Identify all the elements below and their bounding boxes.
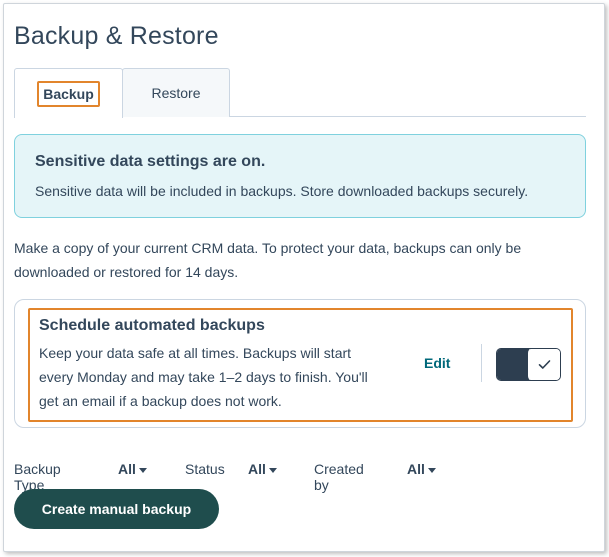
filter-created-by-value: All — [407, 461, 425, 477]
caret-down-icon — [427, 467, 436, 473]
filter-created-by-label: Created by — [314, 461, 364, 493]
schedule-description: Keep your data safe at all times. Backup… — [39, 341, 399, 413]
sensitive-data-alert: Sensitive data settings are on. Sensitiv… — [14, 134, 586, 218]
alert-body: Sensitive data will be included in backu… — [35, 183, 529, 199]
filter-backup-type-dropdown[interactable]: All — [118, 461, 147, 477]
schedule-toggle[interactable] — [496, 348, 561, 381]
tab-backup-label: Backup — [37, 80, 100, 107]
toggle-knob — [527, 349, 560, 380]
checkmark-icon — [538, 360, 551, 369]
schedule-desc-line-2: every Monday and may take 1–2 days to fi… — [39, 369, 368, 385]
intro-line-2: downloaded or restored for 14 days. — [14, 264, 239, 280]
schedule-title: Schedule automated backups — [39, 317, 265, 334]
intro-text: Make a copy of your current CRM data. To… — [14, 236, 586, 284]
intro-line-1: Make a copy of your current CRM data. To… — [14, 240, 522, 256]
filter-backup-type-value: All — [118, 461, 136, 477]
filter-status-value: All — [248, 461, 266, 477]
page-title: Backup & Restore — [14, 22, 219, 50]
filter-status-dropdown[interactable]: All — [248, 461, 277, 477]
caret-down-icon — [138, 467, 147, 473]
tab-backup[interactable]: Backup — [14, 68, 123, 118]
filter-created-by-dropdown[interactable]: All — [407, 461, 436, 477]
tab-restore[interactable]: Restore — [122, 68, 230, 117]
toggle-track-on — [497, 349, 529, 380]
tab-restore-label: Restore — [151, 85, 201, 101]
create-manual-backup-button[interactable]: Create manual backup — [14, 489, 219, 529]
vertical-divider — [481, 344, 482, 382]
schedule-desc-line-1: Keep your data safe at all times. Backup… — [39, 345, 352, 361]
filter-status-label: Status — [185, 461, 225, 477]
schedule-desc-line-3: get an email if a backup does not work. — [39, 393, 282, 409]
edit-schedule-link[interactable]: Edit — [424, 355, 450, 371]
caret-down-icon — [268, 467, 277, 473]
alert-title: Sensitive data settings are on. — [35, 153, 266, 170]
